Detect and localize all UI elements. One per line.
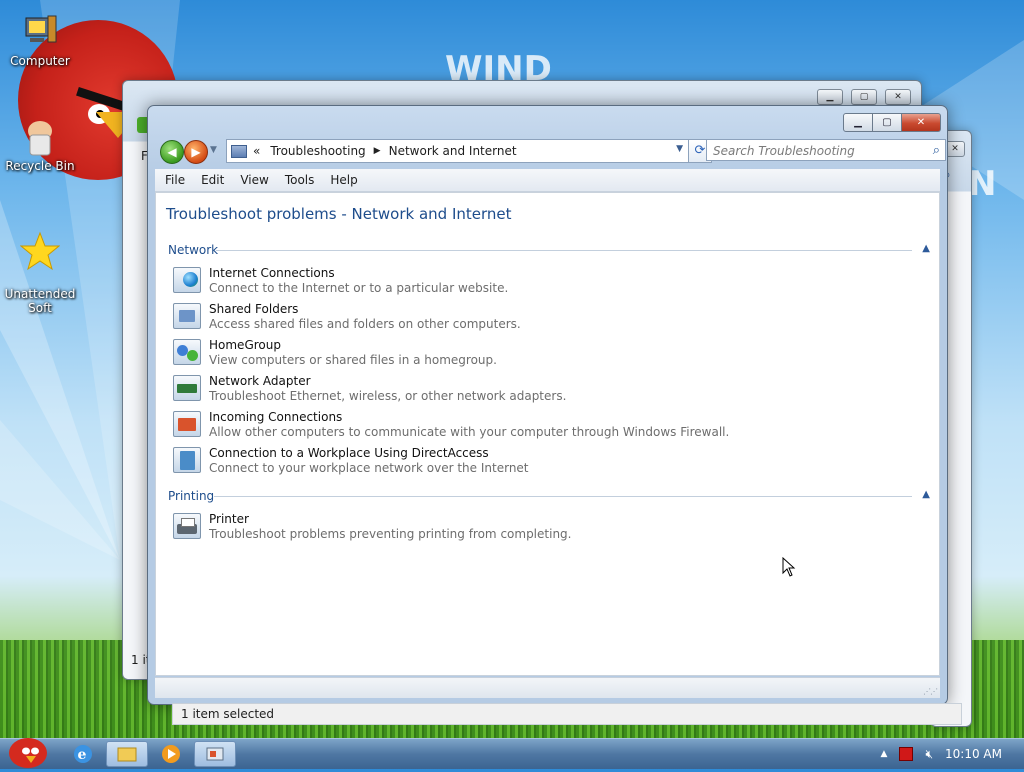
incoming-connections-icon — [173, 411, 201, 437]
group-divider — [214, 496, 912, 497]
printer-icon — [173, 513, 201, 539]
clock[interactable]: 10:10 AM — [945, 747, 1002, 761]
group-divider — [216, 250, 912, 251]
control-panel-icon — [206, 747, 224, 761]
resize-grip-icon[interactable]: ⋰⋰ — [923, 687, 938, 696]
item-description: Troubleshoot Ethernet, wireless, or othe… — [209, 389, 567, 403]
minimize-button[interactable]: ▁ — [817, 89, 843, 105]
star-icon — [20, 231, 60, 271]
angry-bird-start-icon — [9, 738, 47, 768]
svg-text:e: e — [78, 747, 87, 763]
media-player-icon — [162, 745, 180, 763]
troubleshooter-network-adapter[interactable]: Network Adapter Troubleshoot Ethernet, w… — [173, 373, 913, 407]
troubleshooter-shared-folders[interactable]: Shared Folders Access shared files and f… — [173, 301, 913, 335]
item-title[interactable]: Network Adapter — [209, 374, 311, 388]
action-center-icon[interactable] — [899, 747, 914, 761]
status-text: 1 item selected — [181, 707, 275, 721]
menu-tools[interactable]: Tools — [275, 173, 321, 187]
desktop-icon-recycle-bin[interactable]: Recycle Bin — [0, 117, 80, 173]
taskbar-media-player[interactable] — [150, 741, 192, 767]
menu-edit[interactable]: Edit — [191, 173, 230, 187]
desktop-icon-label: Recycle Bin — [5, 159, 75, 173]
internet-globe-icon — [173, 267, 201, 293]
maximize-button[interactable]: ▢ — [851, 89, 877, 105]
item-description: View computers or shared files in a home… — [209, 353, 497, 367]
address-dropdown-icon[interactable]: ▼ — [676, 144, 683, 154]
close-button[interactable]: ✕ — [885, 89, 911, 105]
desktop-icon-unattended-soft[interactable]: Unattended Soft — [0, 217, 80, 315]
close-button[interactable]: ✕ — [945, 141, 965, 157]
close-button[interactable]: ✕ — [902, 113, 941, 132]
menu-view[interactable]: View — [230, 173, 274, 187]
shared-folders-icon — [173, 303, 201, 329]
computer-icon — [25, 15, 57, 43]
item-description: Connect to the Internet or to a particul… — [209, 281, 509, 295]
menu-file[interactable]: File — [155, 173, 191, 187]
troubleshooting-window[interactable]: ▁ ▢ ✕ ◀ ▶ ▼ « Troubleshooting ▶ Network … — [147, 105, 948, 705]
maximize-button[interactable]: ▢ — [873, 113, 902, 132]
mouse-cursor-icon — [782, 557, 796, 577]
recycle-bin-icon — [28, 121, 52, 156]
homegroup-icon — [173, 339, 201, 365]
directaccess-icon — [173, 447, 201, 473]
collapse-chevron-icon[interactable]: ▲ — [922, 489, 930, 500]
taskbar-troubleshooting[interactable] — [194, 741, 236, 767]
item-title[interactable]: Printer — [209, 512, 249, 526]
search-icon[interactable]: ⌕ — [933, 140, 940, 162]
recent-pages-dropdown[interactable]: ▼ — [210, 145, 217, 155]
address-bar[interactable]: « Troubleshooting ▶ Network and Internet… — [226, 139, 690, 163]
volume-muted-icon[interactable]: 🔇︎ — [925, 747, 933, 762]
item-description: Troubleshoot problems preventing printin… — [209, 527, 572, 541]
content-pane: Troubleshoot problems - Network and Inte… — [155, 192, 940, 676]
troubleshooter-printer[interactable]: Printer Troubleshoot problems preventing… — [173, 511, 913, 545]
group-title: Network — [168, 243, 219, 257]
show-hidden-icons-icon[interactable]: ▲ — [881, 749, 888, 759]
address-overflow[interactable]: « — [253, 144, 260, 158]
start-button[interactable] — [2, 733, 54, 769]
taskbar-internet-explorer[interactable]: e — [62, 741, 104, 767]
item-title[interactable]: HomeGroup — [209, 338, 281, 352]
breadcrumb-separator-icon[interactable]: ▶ — [374, 146, 381, 156]
search-placeholder: Search Troubleshooting — [713, 144, 855, 158]
menu-help[interactable]: Help — [320, 173, 363, 187]
breadcrumb-troubleshooting[interactable]: Troubleshooting — [270, 144, 365, 158]
item-description: Access shared files and folders on other… — [209, 317, 521, 331]
desktop-icon-label: Unattended Soft — [4, 287, 76, 315]
internet-explorer-icon: e — [74, 745, 92, 763]
page-title: Troubleshoot problems - Network and Inte… — [166, 205, 512, 223]
window-status-bar: ⋰⋰ — [155, 677, 940, 698]
breadcrumb-network-and-internet[interactable]: Network and Internet — [389, 144, 517, 158]
item-description: Allow other computers to communicate wit… — [209, 425, 730, 439]
group-title: Printing — [168, 489, 215, 503]
taskbar: e ▲ 🔇︎ 10:10 AM — [0, 738, 1024, 769]
item-title[interactable]: Internet Connections — [209, 266, 335, 280]
search-input[interactable]: Search Troubleshooting ⌕ — [706, 139, 946, 161]
minimize-button[interactable]: ▁ — [843, 113, 873, 132]
system-tray: ▲ 🔇︎ 10:10 AM — [881, 739, 1024, 769]
caption-buttons: ▁ ▢ ✕ — [843, 113, 941, 132]
control-panel-icon — [231, 144, 247, 158]
desktop-icon-computer[interactable]: Computer — [0, 12, 80, 68]
svg-text:N: N — [968, 164, 996, 204]
back-button[interactable]: ◀ — [160, 140, 184, 164]
navigation-bar: ◀ ▶ ▼ « Troubleshooting ▶ Network and In… — [158, 139, 946, 164]
troubleshooter-homegroup[interactable]: HomeGroup View computers or shared files… — [173, 337, 913, 371]
menu-bar: File Edit View Tools Help — [155, 169, 940, 192]
group-header-network[interactable]: Network ▲ — [168, 243, 930, 257]
taskbar-windows-explorer[interactable] — [106, 741, 148, 767]
background-status-bar: 1 item selected — [172, 703, 962, 725]
item-title[interactable]: Connection to a Workplace Using DirectAc… — [209, 446, 489, 460]
item-description: Connect to your workplace network over t… — [209, 461, 529, 475]
troubleshooter-internet-connections[interactable]: Internet Connections Connect to the Inte… — [173, 265, 913, 299]
collapse-chevron-icon[interactable]: ▲ — [922, 243, 930, 254]
troubleshooter-directaccess[interactable]: Connection to a Workplace Using DirectAc… — [173, 445, 913, 479]
desktop-icon-label: Computer — [10, 54, 70, 68]
forward-button[interactable]: ▶ — [184, 140, 208, 164]
network-adapter-icon — [173, 375, 201, 401]
item-title[interactable]: Incoming Connections — [209, 410, 342, 424]
group-header-printing[interactable]: Printing ▲ — [168, 489, 930, 503]
item-title[interactable]: Shared Folders — [209, 302, 298, 316]
troubleshooter-incoming-connections[interactable]: Incoming Connections Allow other compute… — [173, 409, 913, 443]
folder-icon — [117, 747, 137, 762]
